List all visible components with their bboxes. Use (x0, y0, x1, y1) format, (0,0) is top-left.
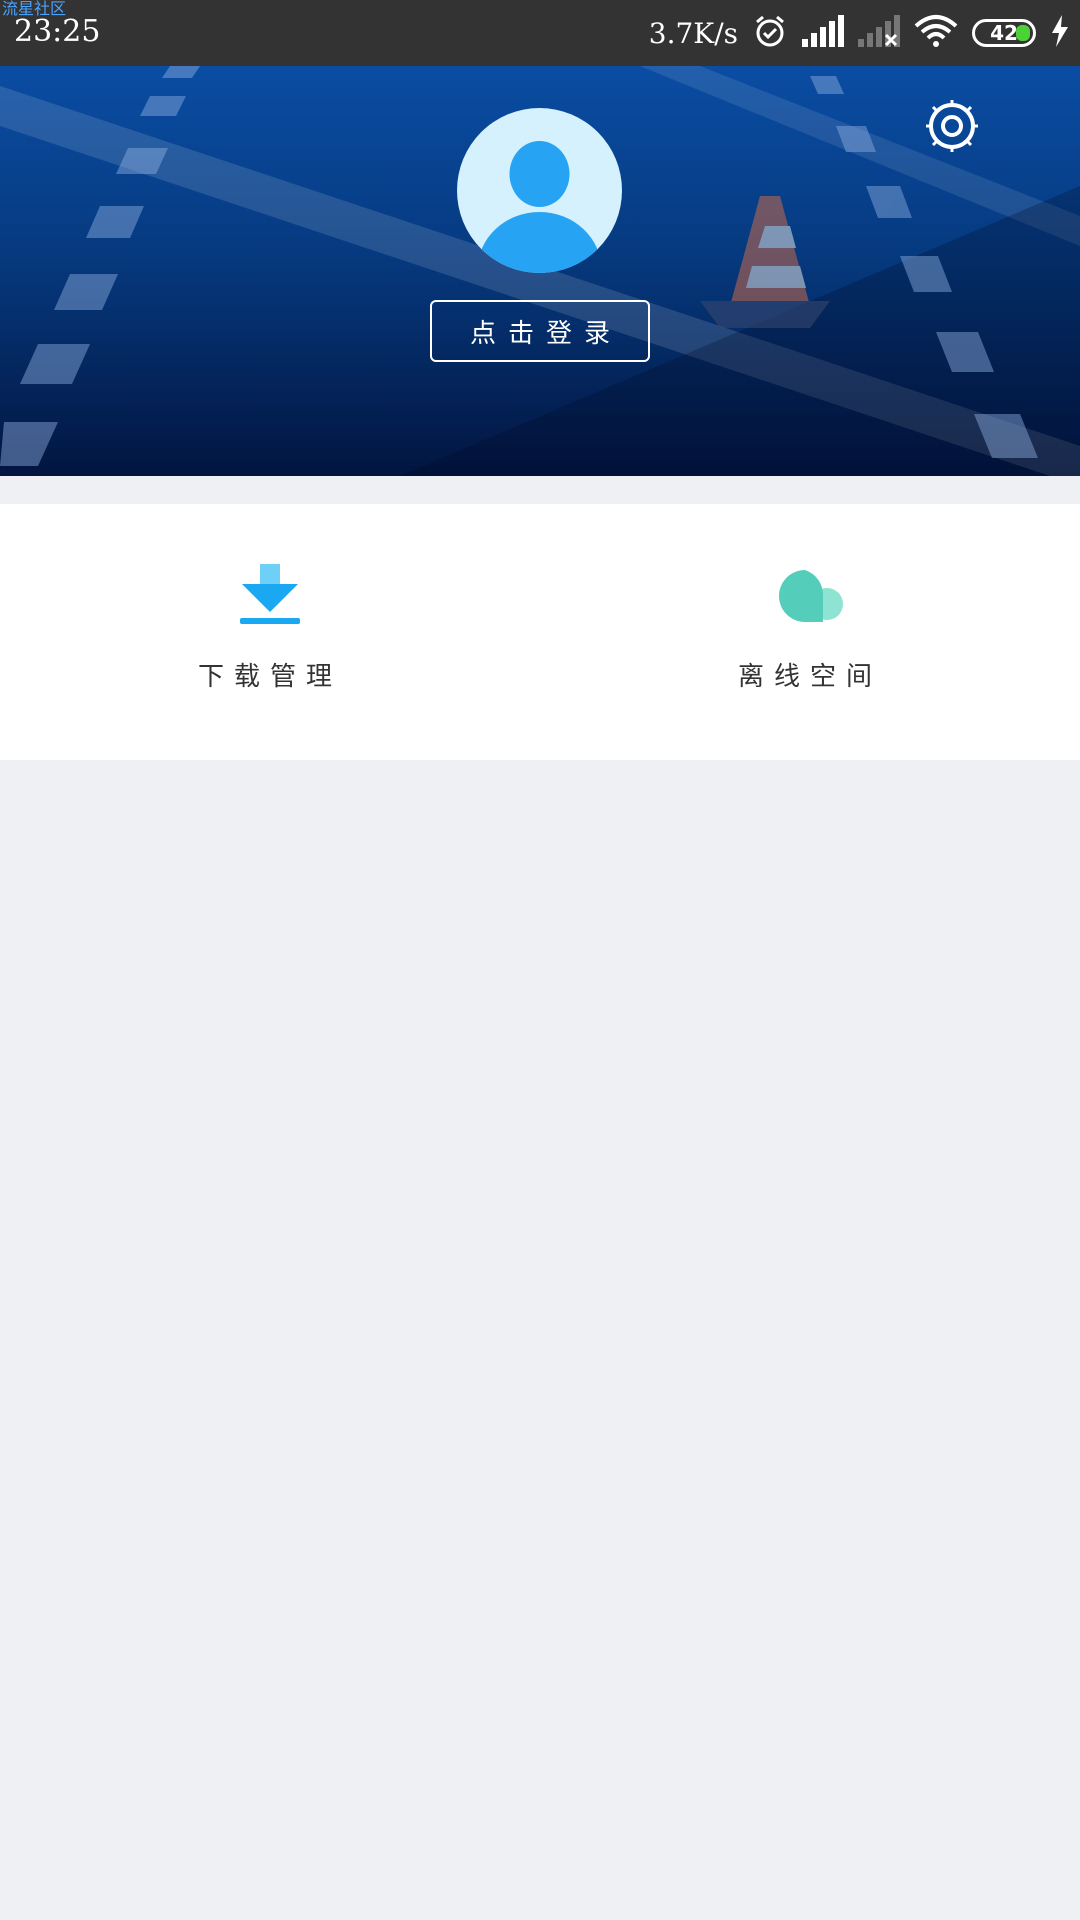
download-manager-label: 下载管理 (197, 662, 342, 692)
signal-nosim-icon (858, 15, 900, 51)
download-icon (235, 560, 305, 630)
avatar-icon[interactable] (457, 108, 622, 273)
status-time: 23:25 (14, 14, 101, 49)
settings-icon[interactable] (924, 98, 980, 154)
status-right: 3.7K/s 42 (649, 0, 1070, 66)
signal-icon (802, 15, 844, 51)
alarm-icon (752, 13, 788, 53)
offline-space-label: 离线空间 (737, 662, 882, 692)
cloud-icon (775, 560, 845, 630)
battery-icon: 42 (972, 19, 1036, 47)
download-manager-item[interactable]: 下载管理 (0, 504, 540, 760)
net-speed: 3.7K/s (648, 16, 738, 50)
feature-panel: 下载管理 离线空间 (0, 504, 1080, 760)
status-bar: 流星社区 23:25 3.7K/s 42 (0, 0, 1080, 66)
offline-space-item[interactable]: 离线空间 (540, 504, 1080, 760)
charging-icon (1050, 15, 1070, 51)
battery-level: 42 (990, 21, 1018, 45)
profile-header: 点击登录 (0, 66, 1080, 476)
login-button[interactable]: 点击登录 (430, 300, 650, 362)
wifi-icon (914, 14, 958, 52)
